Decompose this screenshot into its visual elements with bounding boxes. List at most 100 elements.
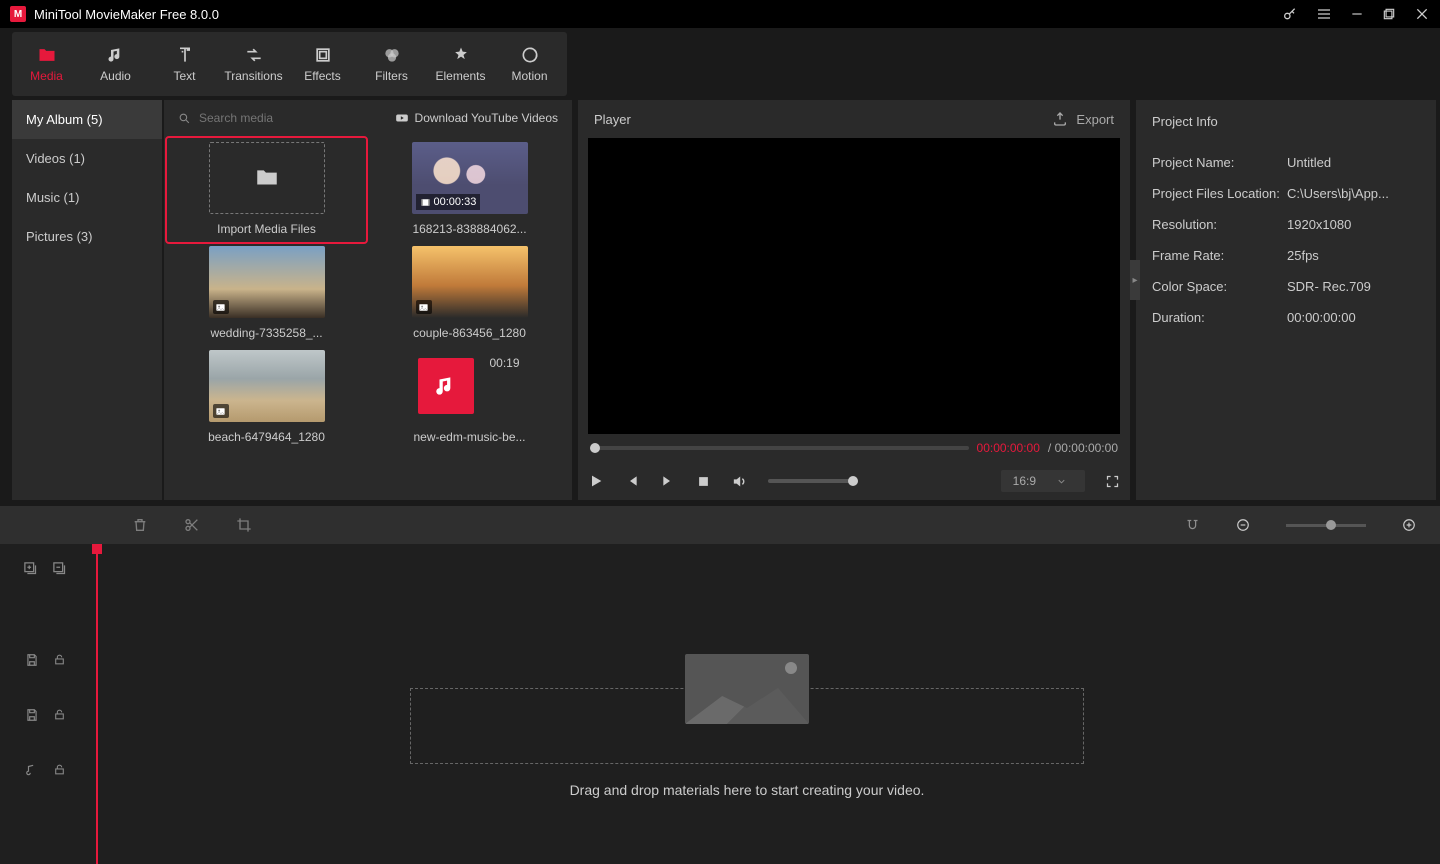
prev-frame-button[interactable] [624,473,640,489]
export-icon [1052,111,1068,127]
delete-button[interactable] [132,517,148,533]
menu-icon[interactable] [1316,6,1332,22]
placeholder-image-icon [685,654,809,724]
timeline-music-track-controls [0,742,90,797]
project-info-panel: ▸ Project Info Project Name:Untitled Pro… [1136,100,1436,500]
media-item[interactable]: couple-863456_1280 [375,246,564,340]
player-title: Player [594,112,631,127]
stop-button[interactable] [696,474,711,489]
duration-value: 00:00:00:00 [1287,310,1420,325]
volume-slider[interactable] [768,479,858,483]
save-icon[interactable] [25,708,39,722]
tab-filters[interactable]: Filters [357,32,426,96]
image-icon [213,300,229,314]
play-button[interactable] [588,473,604,489]
fullscreen-button[interactable] [1105,474,1120,489]
search-input[interactable] [199,111,387,125]
project-info-title: Project Info [1136,100,1436,143]
titlebar: M MiniTool MovieMaker Free 8.0.0 [0,0,1440,28]
top-tabs: Media Audio Text Transitions Effects Fil… [12,32,567,96]
export-button[interactable]: Export [1052,111,1114,127]
minimize-button[interactable] [1350,7,1364,21]
tab-label: Text [173,69,195,83]
crop-button[interactable] [236,517,252,533]
time-current: 00:00:00:00 [977,441,1040,455]
media-item[interactable]: 00:00:33 168213-838884062... [375,142,564,236]
maximize-button[interactable] [1382,7,1396,21]
chevron-down-icon [1056,476,1067,487]
remove-track-icon[interactable] [52,561,67,576]
image-icon [213,404,229,418]
tab-label: Media [30,69,63,83]
close-button[interactable] [1414,6,1430,22]
app-logo-icon: M [10,6,26,22]
timeline: Drag and drop materials here to start cr… [0,544,1440,864]
tab-label: Elements [435,69,485,83]
app-title: MiniTool MovieMaker Free 8.0.0 [34,7,1282,22]
time-total: 00:00:00:00 [1055,441,1118,455]
tab-text[interactable]: Text [150,32,219,96]
zoom-in-button[interactable] [1402,518,1416,532]
import-media-tile[interactable]: Import Media Files [167,138,366,242]
youtube-icon [395,111,409,125]
lock-icon[interactable] [53,708,66,721]
tab-effects[interactable]: Effects [288,32,357,96]
zoom-out-button[interactable] [1236,518,1250,532]
timeline-audio-track-controls [0,687,90,742]
redo-button[interactable] [78,516,96,534]
colorspace-value: SDR- Rec.709 [1287,279,1420,294]
timeline-dropzone[interactable]: Drag and drop materials here to start cr… [410,654,1084,798]
media-item[interactable]: beach-6479464_1280 [172,350,361,444]
sidecat-pictures[interactable]: Pictures (3) [12,217,162,256]
tab-audio[interactable]: Audio [81,32,150,96]
playhead[interactable] [96,544,98,864]
project-name-value: Untitled [1287,155,1420,170]
next-frame-button[interactable] [660,473,676,489]
media-item[interactable]: 00:19 new-edm-music-be... [375,350,564,444]
image-icon [416,300,432,314]
player-panel: Player Export 00:00:00:00 / 00:00:00:00 … [578,100,1130,500]
tab-motion[interactable]: Motion [495,32,564,96]
collapse-info-button[interactable]: ▸ [1130,260,1140,300]
undo-button[interactable] [24,516,42,534]
timeline-toolbar [0,506,1440,544]
resolution-value: 1920x1080 [1287,217,1420,232]
tab-elements[interactable]: Elements [426,32,495,96]
duration-badge: 00:00:33 [416,194,481,210]
tab-label: Effects [304,69,340,83]
sidecat-music[interactable]: Music (1) [12,178,162,217]
timeline-video-track-controls [0,632,90,687]
tab-label: Audio [100,69,131,83]
lock-icon[interactable] [53,763,66,776]
media-categories: My Album (5) Videos (1) Music (1) Pictur… [12,100,162,500]
snap-button[interactable] [1185,518,1200,533]
sidecat-myalbum[interactable]: My Album (5) [12,100,162,139]
folder-icon [254,165,280,191]
add-track-icon[interactable] [23,561,38,576]
framerate-value: 25fps [1287,248,1420,263]
tab-label: Motion [511,69,547,83]
timeline-track-header [0,544,90,592]
player-viewport[interactable] [588,138,1120,434]
tab-media[interactable]: Media [12,32,81,96]
project-location-value: C:\Users\bj\App... [1287,186,1420,201]
seek-slider[interactable] [590,446,969,450]
key-icon[interactable] [1282,6,1298,22]
media-item[interactable]: wedding-7335258_... [172,246,361,340]
search-icon [178,112,191,125]
split-button[interactable] [184,517,200,533]
tab-transitions[interactable]: Transitions [219,32,288,96]
sidecat-videos[interactable]: Videos (1) [12,139,162,178]
tab-label: Filters [375,69,408,83]
music-icon [433,373,459,399]
tab-label: Transitions [224,69,282,83]
download-youtube-link[interactable]: Download YouTube Videos [395,111,558,125]
save-icon[interactable] [25,653,39,667]
media-grid: Import Media Files 00:00:33 168213-83888… [164,136,572,500]
volume-button[interactable] [731,473,748,490]
zoom-slider[interactable] [1286,524,1366,527]
lock-icon[interactable] [53,653,66,666]
aspect-ratio-select[interactable]: 16:9 [1001,470,1085,492]
timeline-body[interactable]: Drag and drop materials here to start cr… [90,544,1440,864]
music-track-icon[interactable] [25,763,39,777]
